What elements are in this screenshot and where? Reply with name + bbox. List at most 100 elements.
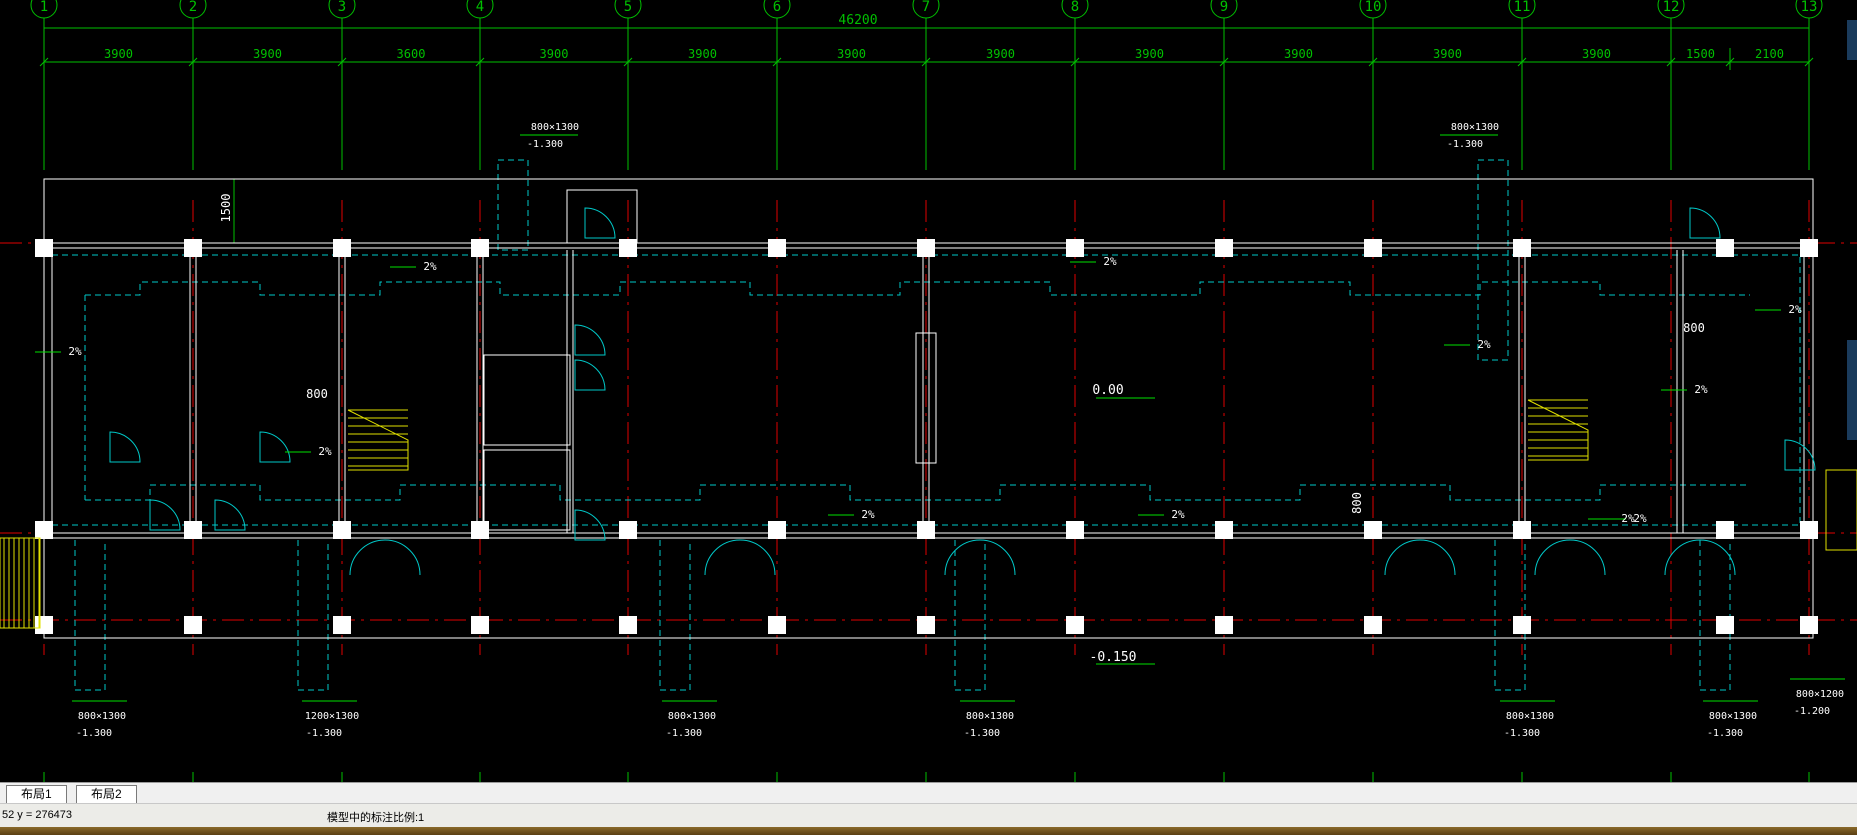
window-bottom-elev-3: -1.300 <box>666 728 702 739</box>
column-7-1 <box>917 521 935 539</box>
door-swing-1 <box>1689 207 1721 239</box>
axis-label-8: 8 <box>1071 0 1079 15</box>
slope-label-7: 2% <box>1633 512 1647 525</box>
window-top-elev-1: -1.300 <box>527 139 563 150</box>
axis-label-1: 1 <box>40 0 48 15</box>
slope-label-5: 2% <box>861 508 875 521</box>
downpipe-bottom-1 <box>297 540 329 691</box>
downpipe-top-0 <box>497 159 529 251</box>
column-4-0 <box>471 239 489 257</box>
slope-label-1: 2% <box>423 260 437 273</box>
column-1-0 <box>35 239 53 257</box>
window-bottom-elev-2: -1.300 <box>306 728 342 739</box>
window-bottom-size-4: 800×1300 <box>966 711 1014 722</box>
column-8-2 <box>1066 616 1084 634</box>
axis-label-6: 6 <box>773 0 781 15</box>
window-bottom-size-7: 800×1200 <box>1796 689 1844 700</box>
annotations: 1 2 3 4 5 6 7 8 9 10 11 12 13462003900 3900 3600 3900 39… <box>35 0 1845 739</box>
window-top-elev-2: -1.300 <box>1447 139 1483 150</box>
door-swing-4 <box>574 324 606 356</box>
column-extra-2 <box>1716 616 1734 634</box>
column-10-2 <box>1364 616 1382 634</box>
span-dim-5: 3900 <box>688 47 717 61</box>
column-1-1 <box>35 521 53 539</box>
downpipe-top-1 <box>1477 159 1509 361</box>
column-3-2 <box>333 616 351 634</box>
column-extra-0 <box>1716 239 1734 257</box>
column-7-2 <box>917 616 935 634</box>
span-dim-2: 3900 <box>253 47 282 61</box>
window-bottom-elev-1: -1.300 <box>76 728 112 739</box>
column-3-1 <box>333 521 351 539</box>
room-box-2 <box>483 449 571 531</box>
window-top-size-1: 800×1300 <box>531 122 579 133</box>
span-dim-3: 3600 <box>397 47 426 61</box>
status-bar: 52 y = 276473 模型中的标注比例:1 <box>0 803 1857 828</box>
span-dim-11: 3900 <box>1582 47 1611 61</box>
vestibule <box>566 189 638 244</box>
double-door-1 <box>704 539 776 576</box>
slope-label-8: 2% <box>1788 303 1802 316</box>
slope-label-9: 2% <box>1694 383 1708 396</box>
column-13-0 <box>1800 239 1818 257</box>
span-dim-12: 1500 <box>1686 47 1715 61</box>
column-11-2 <box>1513 616 1531 634</box>
column-3-0 <box>333 239 351 257</box>
column-4-1 <box>471 521 489 539</box>
column-6-1 <box>768 521 786 539</box>
layout-tabbar: 布局1 布局2 <box>0 782 1857 804</box>
axis-label-12: 12 <box>1663 0 1680 15</box>
doors <box>109 207 1816 576</box>
axis-label-3: 3 <box>338 0 346 15</box>
scrollbar-thumb[interactable] <box>1847 340 1857 440</box>
coordinate-readout: 52 y = 276473 <box>2 809 73 821</box>
span-dim-4: 3900 <box>540 47 569 61</box>
tab-layout-2[interactable]: 布局2 <box>76 785 137 803</box>
dim-800-a: 800 <box>306 387 328 401</box>
column-13-2 <box>1800 616 1818 634</box>
drawing-canvas[interactable]: 1 2 3 4 5 6 7 8 9 10 11 12 13462003900 3900 3600 3900 39… <box>0 0 1857 782</box>
axis-label-13: 13 <box>1801 0 1818 15</box>
window-bottom-size-6: 800×1300 <box>1709 711 1757 722</box>
column-6-2 <box>768 616 786 634</box>
column-4-2 <box>471 616 489 634</box>
column-5-1 <box>619 521 637 539</box>
window-bottom-elev-6: -1.300 <box>1707 728 1743 739</box>
door-swing-9 <box>1784 439 1816 471</box>
slope-label-6: 2% <box>1171 508 1185 521</box>
axis-label-4: 4 <box>476 0 484 15</box>
door-swing-8 <box>214 499 246 531</box>
tab-layout-1[interactable]: 布局1 <box>6 785 67 803</box>
span-dim-9: 3900 <box>1284 47 1313 61</box>
ramp-right <box>1825 469 1857 551</box>
span-dim-1: 3900 <box>104 47 133 61</box>
overall-dim-text: 46200 <box>838 13 877 28</box>
axis-label-5: 5 <box>624 0 632 15</box>
double-door-0 <box>349 539 421 576</box>
column-8-1 <box>1066 521 1084 539</box>
dim-1500: 1500 <box>219 194 233 223</box>
scrollbar-thumb-top[interactable] <box>1847 20 1857 60</box>
downpipe-bottom-4 <box>1494 540 1526 691</box>
stair-left <box>347 409 409 471</box>
axis-label-2: 2 <box>189 0 197 15</box>
column-11-1 <box>1513 521 1531 539</box>
room-box-1 <box>483 354 571 446</box>
column-9-2 <box>1215 616 1233 634</box>
column-13-1 <box>1800 521 1818 539</box>
column-extra-1 <box>1716 521 1734 539</box>
column-2-2 <box>184 616 202 634</box>
span-dim-10: 3900 <box>1433 47 1462 61</box>
column-11-0 <box>1513 239 1531 257</box>
slope-label-4: 2% <box>318 445 332 458</box>
stair-right <box>1527 399 1589 461</box>
double-door-3 <box>1384 539 1456 576</box>
span-dim-6: 3900 <box>837 47 866 61</box>
gutter-top-line <box>85 281 1750 296</box>
downpipe-bottom-2 <box>659 540 691 691</box>
window-bottom-size-5: 800×1300 <box>1506 711 1554 722</box>
window-top-size-2: 800×1300 <box>1451 122 1499 133</box>
span-dim-8: 3900 <box>1135 47 1164 61</box>
window-bottom-elev-5: -1.300 <box>1504 728 1540 739</box>
door-swing-3 <box>259 431 291 463</box>
